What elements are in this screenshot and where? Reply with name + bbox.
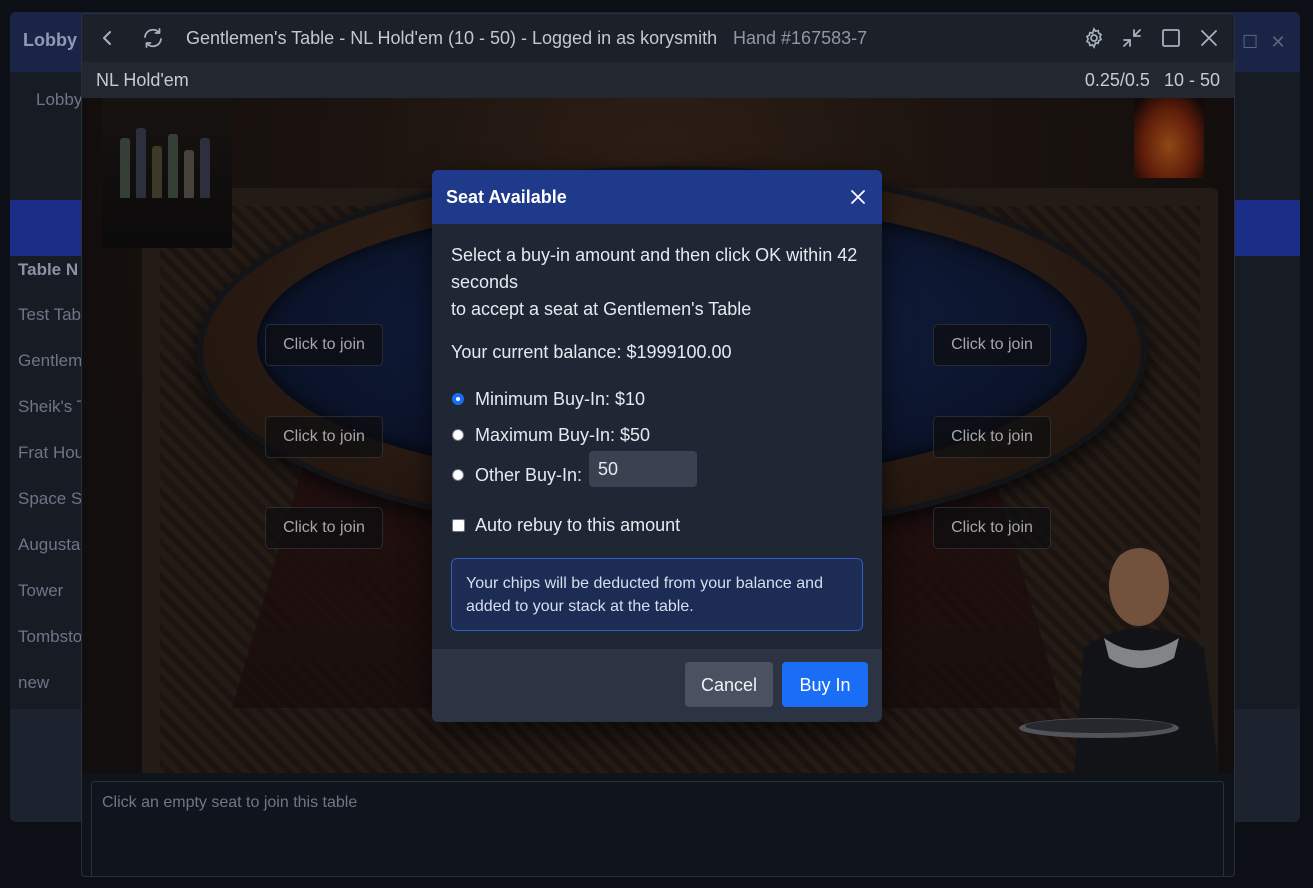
refresh-icon[interactable] bbox=[141, 26, 165, 50]
chat-area[interactable]: Click an empty seat to join this table bbox=[91, 781, 1224, 876]
dialog-title: Seat Available bbox=[446, 187, 567, 207]
stakes: 0.25/0.5 10 - 50 bbox=[1071, 70, 1220, 91]
auto-rebuy-checkbox[interactable] bbox=[452, 519, 465, 532]
chat-placeholder: Click an empty seat to join this table bbox=[102, 794, 358, 811]
buyin-range: 10 - 50 bbox=[1163, 70, 1220, 90]
lobby-table-row[interactable]: Augusta bbox=[18, 535, 80, 555]
blinds: 0.25/0.5 bbox=[1084, 70, 1150, 90]
seat-join-button[interactable]: Click to join bbox=[933, 507, 1051, 549]
lobby-table-row[interactable]: Tombsto bbox=[18, 627, 82, 647]
dialog-footer: Cancel Buy In bbox=[432, 649, 882, 722]
lobby-table-row[interactable]: Frat Hou bbox=[18, 443, 84, 463]
min-buyin-label[interactable]: Minimum Buy-In: $10 bbox=[475, 389, 645, 410]
buy-in-button[interactable]: Buy In bbox=[782, 662, 868, 707]
current-balance: Your current balance: $1999100.00 bbox=[451, 342, 732, 362]
instruction-line-2: to accept a seat at Gentlemen's Table bbox=[451, 299, 752, 319]
lobby-table-row[interactable]: new bbox=[18, 673, 49, 693]
min-buyin-radio[interactable] bbox=[452, 393, 464, 405]
game-name: NL Hold'em bbox=[96, 70, 189, 90]
other-buyin-radio[interactable] bbox=[452, 469, 464, 481]
other-buyin-label[interactable]: Other Buy-In: bbox=[475, 465, 582, 486]
seat-available-dialog: Seat Available Select a buy-in amount an… bbox=[432, 170, 882, 722]
lobby-close-icon[interactable]: ✕ bbox=[1270, 33, 1286, 51]
dialog-close-icon[interactable] bbox=[848, 187, 868, 207]
window-titlebar: Gentlemen's Table - NL Hold'em (10 - 50)… bbox=[82, 14, 1234, 62]
minimize-icon[interactable] bbox=[1120, 26, 1144, 50]
lobby-table-row[interactable]: Gentlem bbox=[18, 351, 82, 371]
dialog-header: Seat Available bbox=[432, 170, 882, 224]
lobby-tab[interactable]: Lobby bbox=[36, 90, 82, 110]
seat-join-button[interactable]: Click to join bbox=[265, 324, 383, 366]
lobby-table-row[interactable]: Space S bbox=[18, 489, 82, 509]
seat-join-button[interactable]: Click to join bbox=[933, 416, 1051, 458]
gear-icon[interactable] bbox=[1082, 26, 1106, 50]
maximize-icon[interactable] bbox=[1159, 26, 1183, 50]
cancel-button[interactable]: Cancel bbox=[685, 662, 773, 707]
max-buyin-radio[interactable] bbox=[452, 429, 464, 441]
lobby-table-row[interactable]: Tower bbox=[18, 581, 63, 601]
auto-rebuy-label[interactable]: Auto rebuy to this amount bbox=[475, 515, 680, 536]
lobby-table-row[interactable]: Test Tab bbox=[18, 305, 81, 325]
dialog-instructions: Select a buy-in amount and then click OK… bbox=[451, 242, 863, 323]
instruction-line-1: Select a buy-in amount and then click OK… bbox=[451, 245, 858, 292]
seat-join-button[interactable]: Click to join bbox=[933, 324, 1051, 366]
game-info-bar: NL Hold'em 0.25/0.5 10 - 50 bbox=[82, 62, 1234, 98]
lobby-title: Lobby bbox=[23, 30, 77, 50]
lobby-table-row[interactable]: Sheik's T bbox=[18, 397, 87, 417]
seat-join-button[interactable]: Click to join bbox=[265, 416, 383, 458]
lobby-column-header: Table N bbox=[18, 260, 79, 279]
info-message: Your chips will be deducted from your ba… bbox=[451, 558, 863, 631]
lobby-maximize-icon[interactable]: ☐ bbox=[1242, 33, 1258, 51]
other-buyin-input[interactable] bbox=[589, 451, 697, 487]
window-title: Gentlemen's Table - NL Hold'em (10 - 50)… bbox=[186, 28, 718, 48]
close-icon[interactable] bbox=[1197, 26, 1221, 50]
seat-join-button[interactable]: Click to join bbox=[265, 507, 383, 549]
hand-number: Hand #167583-7 bbox=[733, 28, 868, 48]
back-icon[interactable] bbox=[96, 26, 120, 50]
max-buyin-label[interactable]: Maximum Buy-In: $50 bbox=[475, 425, 650, 446]
